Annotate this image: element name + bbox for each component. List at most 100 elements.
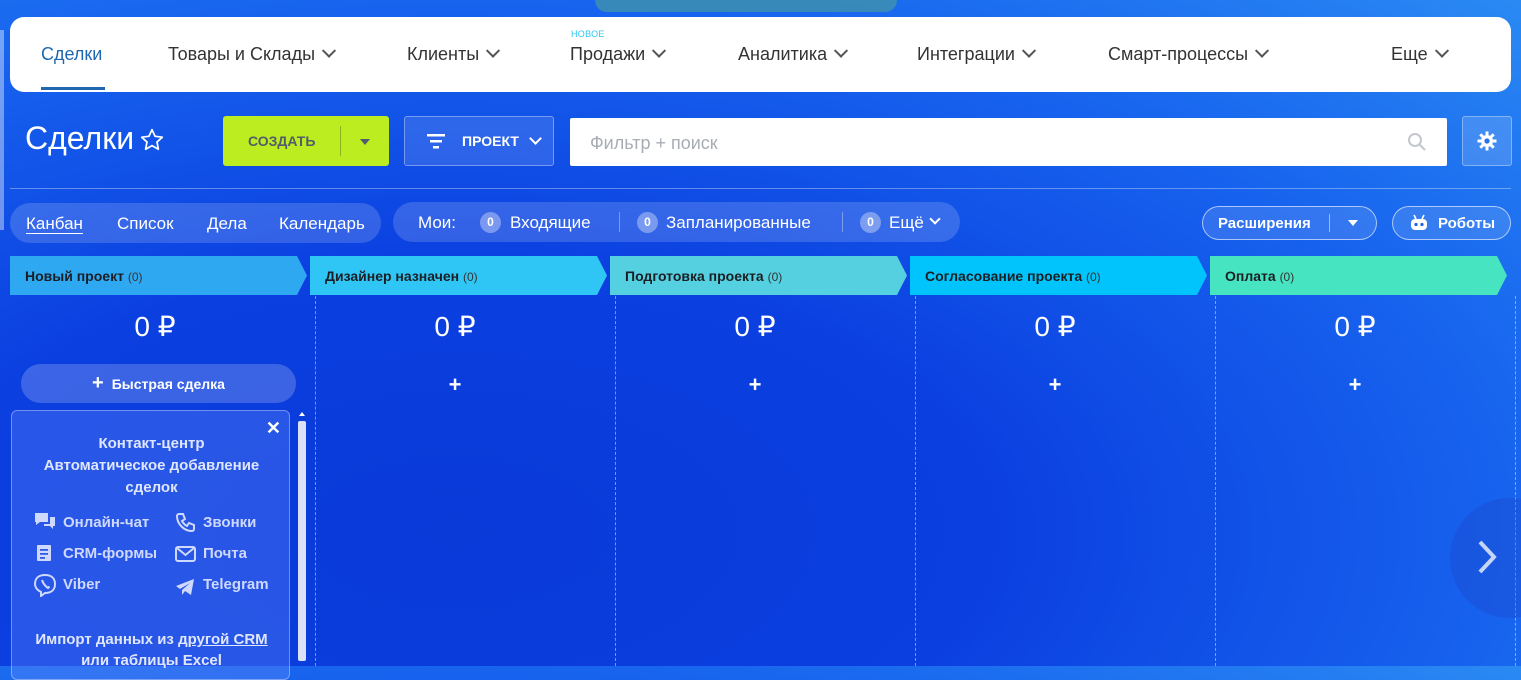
chevron-down-icon: [1254, 43, 1270, 58]
nav-item-goods[interactable]: Товары и Склады: [168, 17, 337, 92]
counter-badge[interactable]: 0: [637, 212, 658, 233]
nav-active-underline: [41, 87, 105, 90]
stage-sum: 0 ₽: [1034, 311, 1076, 342]
scroll-up-icon[interactable]: [299, 412, 305, 416]
stage-title-text: Дизайнер назначен: [325, 268, 460, 284]
counter-planned[interactable]: Запланированные: [666, 213, 811, 233]
channel-calls[interactable]: Звонки: [203, 514, 256, 531]
viber-icon: [33, 573, 57, 597]
caret-down-icon[interactable]: [360, 139, 370, 145]
extensions-button[interactable]: Расширения: [1202, 206, 1377, 240]
chevron-down-icon: [486, 43, 501, 58]
nav-item-sales[interactable]: Продажи: [570, 17, 667, 92]
channel-mail[interactable]: Почта: [203, 545, 247, 562]
column-separator: [915, 296, 916, 666]
nav-item-more[interactable]: Еще: [1391, 17, 1449, 92]
nav-item-analytics[interactable]: Аналитика: [738, 17, 849, 92]
stage-sum: 0 ₽: [434, 311, 476, 342]
stage-header[interactable]: Подготовка проекта (0): [610, 256, 907, 295]
channel-crm-forms[interactable]: CRM-формы: [63, 545, 157, 562]
column-scrollbar[interactable]: [298, 421, 306, 661]
quick-deal-label: Быстрая сделка: [111, 376, 225, 392]
add-deal-plus-icon[interactable]: +: [1210, 372, 1500, 398]
nav-item-smart-processes[interactable]: Смарт-процессы: [1108, 17, 1270, 92]
channel-online-chat[interactable]: Онлайн-чат: [63, 514, 149, 531]
form-icon: [37, 545, 51, 561]
stage-header[interactable]: Новый проект (0): [10, 256, 307, 295]
counter-more[interactable]: Ещё: [889, 213, 924, 233]
robots-button[interactable]: Роботы: [1392, 206, 1511, 240]
gear-icon: [1477, 131, 1497, 151]
nav-item-clients[interactable]: Клиенты: [407, 17, 501, 92]
stage-title-text: Согласование проекта: [925, 268, 1083, 284]
settings-button[interactable]: [1462, 116, 1512, 166]
counter-badge[interactable]: 0: [860, 212, 881, 233]
robot-icon: [1411, 214, 1427, 230]
nav-label: Клиенты: [407, 44, 480, 64]
nav-label: Смарт-процессы: [1108, 44, 1249, 64]
project-filter-button[interactable]: ПРОЕКТ: [404, 116, 554, 166]
view-list[interactable]: Список: [117, 214, 174, 234]
extensions-separator: [1329, 214, 1330, 232]
caret-down-icon[interactable]: [1348, 220, 1358, 226]
promo-title-line: Контакт-центр: [98, 435, 205, 452]
star-icon[interactable]: [139, 127, 165, 153]
counter-badge[interactable]: 0: [480, 212, 501, 233]
project-filter-label: ПРОЕКТ: [462, 133, 519, 149]
chevron-down-icon: [529, 132, 542, 145]
stage-title: Подготовка проекта (0): [625, 268, 782, 284]
left-edge-handle: [0, 30, 4, 230]
create-button[interactable]: СОЗДАТЬ: [223, 116, 389, 166]
nav-label: Аналитика: [738, 44, 828, 64]
stage-header[interactable]: Согласование проекта (0): [910, 256, 1207, 295]
phone-icon: [175, 513, 195, 533]
page-title: Сделки: [25, 120, 135, 156]
chevron-down-icon: [1021, 43, 1037, 58]
stage-sum: 0 ₽: [1334, 311, 1376, 342]
stage-count: (0): [767, 270, 783, 284]
chat-icon: [35, 513, 55, 529]
nav-label: Интеграции: [917, 44, 1015, 64]
add-deal-plus-icon[interactable]: +: [310, 372, 600, 398]
nav-label: Товары и Склады: [168, 44, 316, 64]
import-text: Импорт данных из другой CRM или таблицы …: [12, 629, 291, 671]
search-icon[interactable]: [1407, 132, 1427, 152]
stage-sum: 0 ₽: [134, 311, 176, 342]
contact-center-promo: ✕ Контакт-центр Автоматическое добавлени…: [11, 410, 290, 680]
plus-icon: +: [92, 372, 104, 394]
chevron-down-icon: [321, 43, 337, 58]
stage-count: (0): [127, 270, 143, 284]
channel-telegram[interactable]: Telegram: [203, 576, 269, 593]
stage-count: (0): [462, 270, 478, 284]
add-deal-plus-icon[interactable]: +: [910, 372, 1200, 398]
view-kanban[interactable]: Канбан: [26, 214, 83, 234]
counter-separator: [619, 212, 620, 232]
nav-label: Сделки: [41, 44, 103, 64]
nav-item-deals[interactable]: Сделки: [41, 17, 102, 92]
quick-deal-button[interactable]: + Быстрая сделка: [21, 364, 296, 403]
counters-label: Мои:: [418, 213, 457, 232]
view-calendar[interactable]: Календарь: [279, 214, 365, 234]
import-crm-link[interactable]: другой CRM: [178, 631, 268, 648]
stage-title-text: Подготовка проекта: [625, 268, 764, 284]
top-panel-tab[interactable]: [595, 0, 897, 12]
counter-incoming[interactable]: Входящие: [510, 213, 591, 233]
promo-title: Контакт-центр Автоматическое добавление …: [12, 433, 291, 499]
chevron-right-icon: [1478, 540, 1497, 574]
column-separator: [315, 296, 316, 666]
channel-viber[interactable]: Viber: [63, 576, 100, 593]
nav-item-integrations[interactable]: Интеграции: [917, 17, 1037, 92]
view-switcher: Канбан Список Дела Календарь: [10, 203, 381, 243]
import-excel-line[interactable]: или таблицы Excel: [12, 650, 291, 671]
next-columns-button[interactable]: [1450, 498, 1521, 618]
add-deal-plus-icon[interactable]: +: [610, 372, 900, 398]
view-activities[interactable]: Дела: [207, 214, 247, 234]
stage-header[interactable]: Дизайнер назначен (0): [310, 256, 607, 295]
promo-title-line: сделок: [125, 479, 178, 496]
chevron-down-icon: [834, 43, 849, 58]
stage-header[interactable]: Оплата (0): [1210, 256, 1507, 295]
telegram-icon: [176, 579, 194, 595]
search-input[interactable]: [570, 118, 1392, 168]
import-prefix: Импорт данных из: [35, 631, 179, 648]
chevron-down-icon[interactable]: [929, 213, 941, 225]
